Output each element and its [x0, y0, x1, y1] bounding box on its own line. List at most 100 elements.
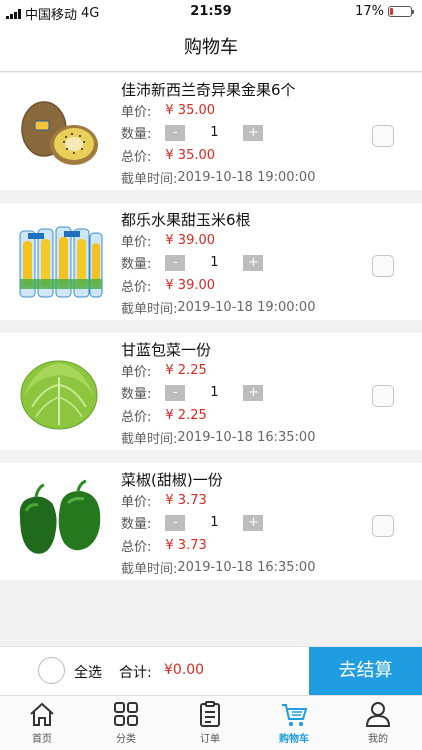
tab-home[interactable]: 首页: [0, 700, 84, 745]
cart-icon: [282, 704, 308, 726]
decrease-button[interactable]: -: [165, 514, 186, 531]
unit-price-label: 单价:: [121, 495, 152, 510]
total-price-label: 总价:: [121, 540, 152, 555]
tab-orders-label: 订单: [200, 734, 220, 745]
unit-price: ¥ 35.00: [165, 103, 216, 118]
checkout-bar: 全选 合计: ¥0.00 去结算: [0, 646, 422, 695]
deadline-label: 截单时间:: [121, 172, 178, 187]
total-price-row: 总价: ¥ 2.25: [121, 406, 207, 425]
total-price-label: 总价:: [121, 410, 152, 425]
unit-price: ¥ 2.25: [165, 363, 207, 378]
deadline-row: 截单时间: 2019-10-18 19:00:00: [121, 168, 315, 187]
green-pepper-image: [19, 479, 101, 554]
quantity-stepper: 数量: - 1 +: [121, 383, 264, 402]
total-price: ¥ 2.25: [165, 408, 207, 423]
unit-price-label: 单价:: [121, 105, 152, 120]
deadline-label: 截单时间:: [121, 432, 178, 447]
select-all-radio[interactable]: [38, 657, 65, 684]
deadline-value: 2019-10-18 19:00:00: [177, 300, 316, 315]
tab-cart-label: 购物车: [279, 734, 309, 745]
item-checkbox[interactable]: [372, 125, 394, 147]
quantity-stepper: 数量: - 1 +: [121, 253, 264, 272]
page-title: 购物车: [184, 37, 238, 58]
total-price: ¥ 3.73: [165, 538, 207, 553]
kiwi-fruit-image: [21, 101, 98, 165]
total-label: 合计:: [119, 665, 152, 681]
unit-price-row: 单价: ¥ 35.00: [121, 101, 215, 120]
tab-category-label: 分类: [116, 734, 136, 745]
increase-button[interactable]: +: [243, 384, 264, 401]
item-checkbox[interactable]: [372, 255, 394, 277]
battery-icon: [388, 6, 414, 17]
cart-item[interactable]: 佳沛新西兰奇异果金果6个 单价: ¥ 35.00 数量: - 1 + 总价: ¥ 35.0…: [0, 73, 422, 190]
deadline-row: 截单时间: 2019-10-18 16:35:00: [121, 428, 315, 447]
decrease-button[interactable]: -: [165, 254, 186, 271]
checkout-button[interactable]: 去结算: [309, 647, 422, 695]
tab-profile[interactable]: 我的: [336, 700, 420, 745]
deadline-row: 截单时间: 2019-10-18 16:35:00: [121, 558, 315, 577]
quantity-value: 1: [210, 125, 219, 140]
quantity-value: 1: [210, 255, 219, 270]
quantity-label: 数量:: [121, 387, 152, 402]
tab-home-label: 首页: [32, 734, 52, 745]
quantity-label: 数量:: [121, 127, 152, 142]
cart-item[interactable]: 都乐水果甜玉米6根 单价: ¥ 39.00 数量: - 1 + 总价: ¥ 39.00 截…: [0, 203, 422, 320]
cart-list[interactable]: 佳沛新西兰奇异果金果6个 单价: ¥ 35.00 数量: -1 + 总价: ¥ 35.0…: [0, 73, 422, 593]
unit-price: ¥ 39.00: [165, 233, 216, 248]
quantity-value: 1: [210, 515, 219, 530]
select-all-label[interactable]: 全选: [74, 662, 102, 682]
item-checkbox[interactable]: [372, 515, 394, 537]
tab-category[interactable]: 分类: [84, 700, 168, 745]
sweet-corn-image: [19, 226, 103, 298]
unit-price-label: 单价:: [121, 235, 152, 250]
quantity-stepper: 数量: - 1 +: [121, 123, 264, 142]
product-name[interactable]: 菜椒(甜椒)一份: [121, 469, 223, 490]
cart-item[interactable]: 甘蓝包菜一份 单价: ¥ 2.25 数量: - 1 + 总价: ¥ 2.25 截单时间: 2…: [0, 333, 422, 450]
tab-cart[interactable]: 购物车: [252, 700, 336, 745]
product-name[interactable]: 都乐水果甜玉米6根: [121, 209, 251, 230]
total-amount: ¥0.00: [164, 662, 205, 678]
product-name[interactable]: 甘蓝包菜一份: [121, 339, 211, 360]
total-price-label: 总价:: [121, 280, 152, 295]
total-price-label: 总价:: [121, 150, 152, 165]
tab-profile-label: 我的: [368, 734, 388, 745]
deadline-label: 截单时间:: [121, 302, 178, 317]
product-name[interactable]: 佳沛新西兰奇异果金果6个: [121, 79, 296, 100]
unit-price-label: 单价:: [121, 365, 152, 380]
battery-level: [390, 8, 393, 15]
unit-price: ¥ 3.73: [165, 493, 207, 508]
cart-item[interactable]: 菜椒(甜椒)一份 单价: ¥ 3.73 数量: - 1 + 总价: ¥ 3.73 截单时间…: [0, 463, 422, 580]
battery-percent: 17%: [355, 4, 384, 19]
tab-bar: 首页 分类 订单 购物车 我的: [0, 695, 422, 750]
nav-bar: 购物车: [0, 24, 422, 72]
deadline-label: 截单时间:: [121, 562, 178, 577]
category-icon: [114, 702, 138, 726]
item-checkbox[interactable]: [372, 385, 394, 407]
increase-button[interactable]: +: [243, 514, 264, 531]
quantity-value: 1: [210, 385, 219, 400]
home-icon: [30, 702, 54, 726]
cabbage-image: [20, 360, 98, 430]
increase-button[interactable]: +: [243, 124, 264, 141]
total-price: ¥ 35.00: [165, 148, 216, 163]
deadline-row: 截单时间: 2019-10-18 19:00:00: [121, 298, 315, 317]
quantity-label: 数量:: [121, 257, 152, 272]
decrease-button[interactable]: -: [165, 384, 186, 401]
total-price: ¥ 39.00: [165, 278, 216, 293]
unit-price-row: 单价: ¥ 39.00: [121, 231, 215, 250]
quantity-label: 数量:: [121, 517, 152, 532]
deadline-value: 2019-10-18 16:35:00: [177, 430, 316, 445]
deadline-value: 2019-10-18 19:00:00: [177, 170, 316, 185]
status-bar: 中国移动 4G 21:59 17%: [0, 0, 422, 24]
unit-price-row: 单价: ¥ 2.25: [121, 361, 207, 380]
total-price-row: 总价: ¥ 39.00: [121, 276, 215, 295]
increase-button[interactable]: +: [243, 254, 264, 271]
quantity-stepper: 数量: - 1 +: [121, 513, 264, 532]
deadline-value: 2019-10-18 16:35:00: [177, 560, 316, 575]
total-price-row: 总价: ¥ 3.73: [121, 536, 207, 555]
decrease-button[interactable]: -: [165, 124, 186, 141]
status-right: 17%: [355, 4, 414, 19]
tab-orders[interactable]: 订单: [168, 700, 252, 745]
total-price-row: 总价: ¥ 35.00: [121, 146, 215, 165]
unit-price-row: 单价: ¥ 3.73: [121, 491, 207, 510]
